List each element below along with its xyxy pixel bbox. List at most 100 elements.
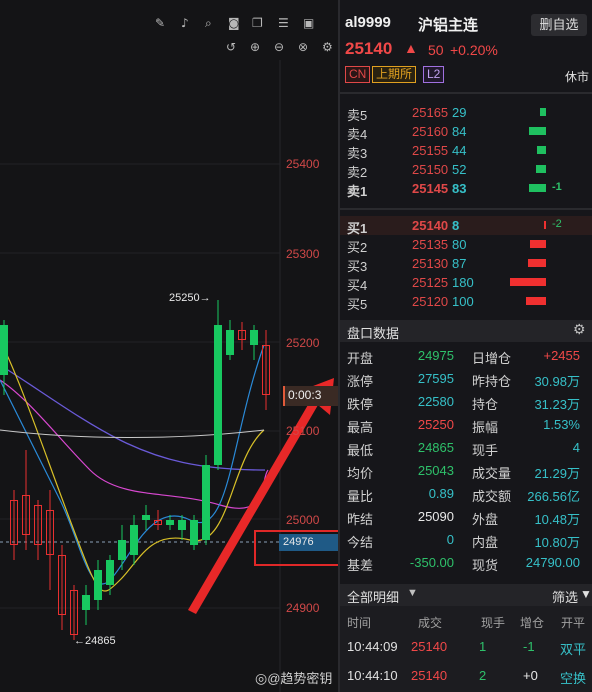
stat-value: 10.48万 xyxy=(534,512,580,527)
stat-value: 24790.00 xyxy=(525,555,580,570)
stat-item: 现手 4 xyxy=(466,436,592,459)
col-header-price: 成交 xyxy=(418,616,443,630)
stat-item: 最低 24865 xyxy=(340,436,460,459)
stat-key: 昨结 xyxy=(347,512,374,527)
book-price: 25130 xyxy=(412,256,449,271)
stat-item: 均价 25043 xyxy=(340,459,460,482)
stat-key: 最低 xyxy=(347,443,374,458)
settings-icon[interactable]: ⚙ xyxy=(573,321,586,338)
y-tick: 25300 xyxy=(286,247,320,261)
candle-body xyxy=(82,595,90,610)
book-price: 25120 xyxy=(412,294,449,309)
change: 50 xyxy=(428,42,444,58)
divider xyxy=(340,92,592,94)
stat-key: 外盘 xyxy=(472,512,499,527)
candle-body xyxy=(142,515,150,520)
book-volume: 44 xyxy=(452,143,467,158)
kline-chart[interactable]: ✎ ♪ ⌕ ◙ ❐ ☰ ▣ ↺ ⊕ ⊖ ⊗ ⚙ 25400 25300 25200 25100 250… xyxy=(0,0,338,692)
bid-row[interactable]: 买5 25120 100 xyxy=(340,292,592,312)
highlight-box xyxy=(254,530,338,566)
trades-filter-select[interactable]: 全部明细 xyxy=(347,587,399,606)
ask-row[interactable]: 卖2 25150 52 xyxy=(340,160,592,180)
stat-key: 开盘 xyxy=(347,351,374,366)
high-label: 25250→ xyxy=(169,292,211,304)
book-volume: 80 xyxy=(452,237,467,252)
book-price: 25165 xyxy=(412,105,449,120)
stat-value: 266.56亿 xyxy=(527,489,580,504)
stat-key: 现手 xyxy=(472,443,499,458)
stat-value: 0 xyxy=(446,532,454,547)
stat-item: 外盘 10.48万 xyxy=(466,505,592,528)
filter-button[interactable]: 筛选 xyxy=(552,587,578,606)
book-level-label: 卖1 xyxy=(347,184,368,199)
trade-row: 10:44:10 25140 2 +0 空换 xyxy=(340,668,592,688)
stat-key: 成交量 xyxy=(472,466,512,481)
ask-row[interactable]: 卖5 25165 29 xyxy=(340,103,592,123)
bid-volume-bar xyxy=(528,259,546,267)
countdown-badge: 0:00:3 xyxy=(283,386,338,406)
stat-key: 量比 xyxy=(347,489,374,504)
stat-item: 涨停 27595 xyxy=(340,367,460,390)
trade-row: 10:44:09 25140 1 -1 双平 xyxy=(340,639,592,659)
book-volume: 8 xyxy=(452,218,460,233)
stat-key: 持仓 xyxy=(472,397,499,412)
bid-row[interactable]: 买3 25130 87 xyxy=(340,254,592,274)
bid-row[interactable]: 买1 25140 8 -2 xyxy=(340,216,592,236)
stat-value: 24975 xyxy=(417,348,454,363)
stat-item: 振幅 1.53% xyxy=(466,413,592,436)
stat-key: 跌停 xyxy=(347,397,374,412)
bid-row[interactable]: 买4 25125 180 xyxy=(340,273,592,293)
trades-table: 时间 成交 现手 增仓 开平 10:44:09 25140 1 -1 双平 10:44:1… xyxy=(340,606,592,692)
chevron-down-icon[interactable]: ▼ xyxy=(407,587,418,599)
stat-item: 开盘 24975 xyxy=(340,344,460,367)
stat-value: 25250 xyxy=(417,417,454,432)
watermark-text: @趋势密钥 xyxy=(267,671,333,686)
book-price: 25125 xyxy=(412,275,449,290)
ask-row[interactable]: 卖1 25145 83 -1 xyxy=(340,179,592,199)
ask-volume-bar xyxy=(535,165,546,173)
ask-row[interactable]: 卖3 25155 44 xyxy=(340,141,592,161)
symbol-code: al9999 xyxy=(345,14,391,31)
book-price: 25160 xyxy=(412,124,449,139)
stat-value: 10.80万 xyxy=(534,535,580,550)
book-level-label: 买5 xyxy=(347,297,368,312)
candle-body xyxy=(166,520,174,525)
remove-watchlist-button[interactable]: 删自选 xyxy=(531,14,587,36)
stat-value: 27595 xyxy=(417,371,454,386)
tag-l2: L2 xyxy=(423,66,445,83)
candle-body xyxy=(118,540,126,560)
stat-key: 最高 xyxy=(347,420,374,435)
candle-body xyxy=(0,325,8,375)
y-tick: 24900 xyxy=(286,601,320,615)
bid-volume-bar xyxy=(510,278,546,286)
low-label: ←24865 xyxy=(74,635,116,647)
candle-body xyxy=(130,525,138,555)
stat-item: 成交量 21.29万 xyxy=(466,459,592,482)
last-price: 25140 xyxy=(345,39,393,58)
col-header-vol: 现手 xyxy=(481,616,506,630)
bid-volume-bar xyxy=(544,221,546,229)
bid-volume-bar xyxy=(530,240,546,248)
filter-icon[interactable]: ▼ xyxy=(580,587,592,601)
stat-item: 基差 -350.00 xyxy=(340,551,460,574)
y-tick: 25200 xyxy=(286,336,320,350)
candle-body xyxy=(106,560,114,585)
stat-item: 最高 25250 xyxy=(340,413,460,436)
symbol-name: 沪铝主连 xyxy=(418,17,479,34)
trade-type: 双平 xyxy=(560,642,587,657)
stat-value: 25043 xyxy=(417,463,454,478)
stat-key: 基差 xyxy=(347,558,374,573)
book-price: 25150 xyxy=(412,162,449,177)
stat-value: 0.89 xyxy=(428,486,454,501)
bid-row[interactable]: 买2 25135 80 xyxy=(340,235,592,255)
candle-body xyxy=(190,520,198,545)
stat-item: 持仓 31.23万 xyxy=(466,390,592,413)
stat-key: 均价 xyxy=(347,466,374,481)
y-tick: 25100 xyxy=(286,424,320,438)
trades-header: 全部明细 ▼ 筛选 ▼ xyxy=(340,584,592,606)
stat-key: 内盘 xyxy=(472,535,499,550)
ask-volume-bar xyxy=(529,184,546,192)
ask-row[interactable]: 卖4 25160 84 xyxy=(340,122,592,142)
ask-volume-bar xyxy=(540,108,546,116)
book-volume: 52 xyxy=(452,162,467,177)
